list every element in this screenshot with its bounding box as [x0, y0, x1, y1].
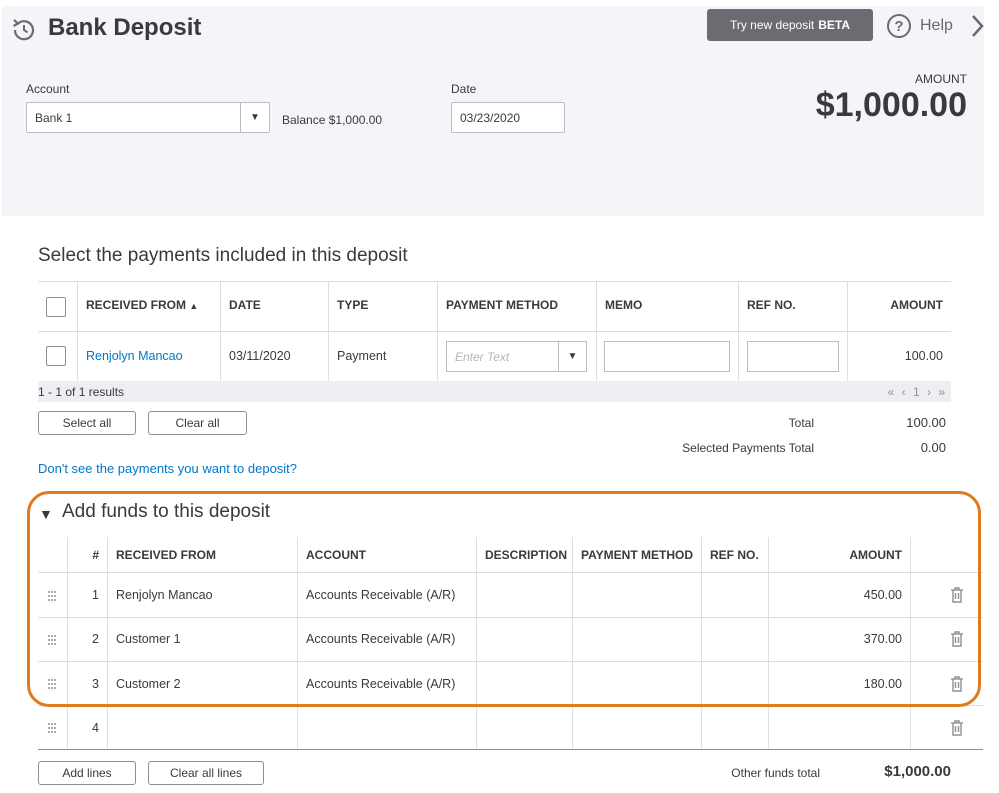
- drag-handle-icon[interactable]: [47, 722, 57, 734]
- other-funds-total-label: Other funds total: [731, 766, 820, 780]
- account-label: Account: [26, 82, 70, 96]
- column-header-label: RECEIVED FROM: [86, 298, 187, 312]
- column-header-received-from[interactable]: RECEIVED FROM ▲: [86, 298, 198, 312]
- divider: [847, 281, 848, 381]
- date-label: Date: [451, 82, 477, 96]
- help-link[interactable]: Help: [920, 17, 953, 35]
- dropdown-arrow-icon[interactable]: ▼: [558, 342, 586, 371]
- divider: [77, 281, 78, 381]
- results-count: 1 - 1 of 1 results: [38, 385, 125, 399]
- select-all-checkbox[interactable]: [46, 297, 66, 317]
- balance-value: $1,000.00: [328, 113, 383, 127]
- divider: [738, 281, 739, 381]
- payments-section-title: Select the payments included in this dep…: [38, 245, 408, 266]
- balance-label: Balance: [282, 113, 326, 127]
- beta-tag: BETA: [818, 18, 851, 32]
- selected-total-value: 0.00: [920, 440, 946, 455]
- select-all-button[interactable]: Select all: [38, 411, 136, 435]
- column-header-payment-method[interactable]: PAYMENT METHOD: [446, 298, 558, 312]
- trash-icon[interactable]: [950, 720, 964, 736]
- total-value: 100.00: [906, 415, 946, 430]
- sort-ascending-icon: ▲: [189, 301, 199, 311]
- date-input[interactable]: 03/23/2020: [451, 102, 565, 133]
- clear-all-button[interactable]: Clear all: [148, 411, 247, 435]
- payment-method-select[interactable]: Enter Text ▼: [446, 341, 587, 372]
- divider: [596, 281, 597, 381]
- other-funds-total-value: $1,000.00: [884, 763, 951, 780]
- pager-bar: 1 - 1 of 1 results « ‹ 1 › »: [38, 381, 951, 402]
- selected-total-label: Selected Payments Total: [682, 441, 814, 455]
- dropdown-arrow-icon[interactable]: ▼: [240, 103, 269, 132]
- row-checkbox[interactable]: [46, 346, 66, 366]
- payment-amount: 100.00: [904, 349, 943, 363]
- line-number: 4: [92, 721, 99, 735]
- account-value: Bank 1: [35, 111, 73, 125]
- received-from-link[interactable]: Renjolyn Mancao: [86, 349, 183, 363]
- column-header-memo[interactable]: MEMO: [605, 298, 642, 312]
- deposit-history-icon[interactable]: [10, 16, 38, 44]
- divider: [38, 749, 983, 750]
- try-new-deposit-label: Try new deposit: [729, 18, 815, 32]
- divider: [328, 281, 329, 381]
- column-header-type[interactable]: TYPE: [337, 298, 368, 312]
- ref-no-input[interactable]: [747, 341, 839, 372]
- column-header-date[interactable]: DATE: [229, 298, 261, 312]
- help-icon[interactable]: ?: [887, 14, 911, 38]
- missing-payments-link[interactable]: Don't see the payments you want to depos…: [38, 461, 297, 476]
- try-new-deposit-button[interactable]: Try new deposit BETA: [707, 9, 873, 41]
- divider: [38, 331, 951, 332]
- balance-text: Balance $1,000.00: [282, 113, 382, 127]
- column-header-amount[interactable]: AMOUNT: [850, 298, 943, 312]
- divider: [220, 281, 221, 381]
- page-title: Bank Deposit: [48, 14, 202, 41]
- header-panel: Bank Deposit Try new deposit BETA ? Help…: [2, 6, 984, 216]
- add-lines-button[interactable]: Add lines: [38, 761, 136, 785]
- account-select[interactable]: Bank 1 ▼: [26, 102, 270, 133]
- amount-label: AMOUNT: [915, 72, 967, 86]
- total-label: Total: [788, 416, 814, 430]
- divider: [38, 281, 951, 282]
- payment-date: 03/11/2020: [229, 349, 291, 363]
- chevron-right-icon[interactable]: [968, 11, 986, 41]
- memo-input[interactable]: [604, 341, 730, 372]
- payment-type: Payment: [337, 349, 387, 363]
- deposit-amount: $1,000.00: [815, 86, 967, 124]
- divider: [437, 281, 438, 381]
- payment-method-placeholder: Enter Text: [455, 350, 510, 364]
- column-header-ref-no[interactable]: REF NO.: [747, 298, 796, 312]
- highlight-box: [27, 491, 981, 707]
- pagination-controls[interactable]: « ‹ 1 › »: [888, 385, 947, 399]
- clear-all-lines-button[interactable]: Clear all lines: [148, 761, 264, 785]
